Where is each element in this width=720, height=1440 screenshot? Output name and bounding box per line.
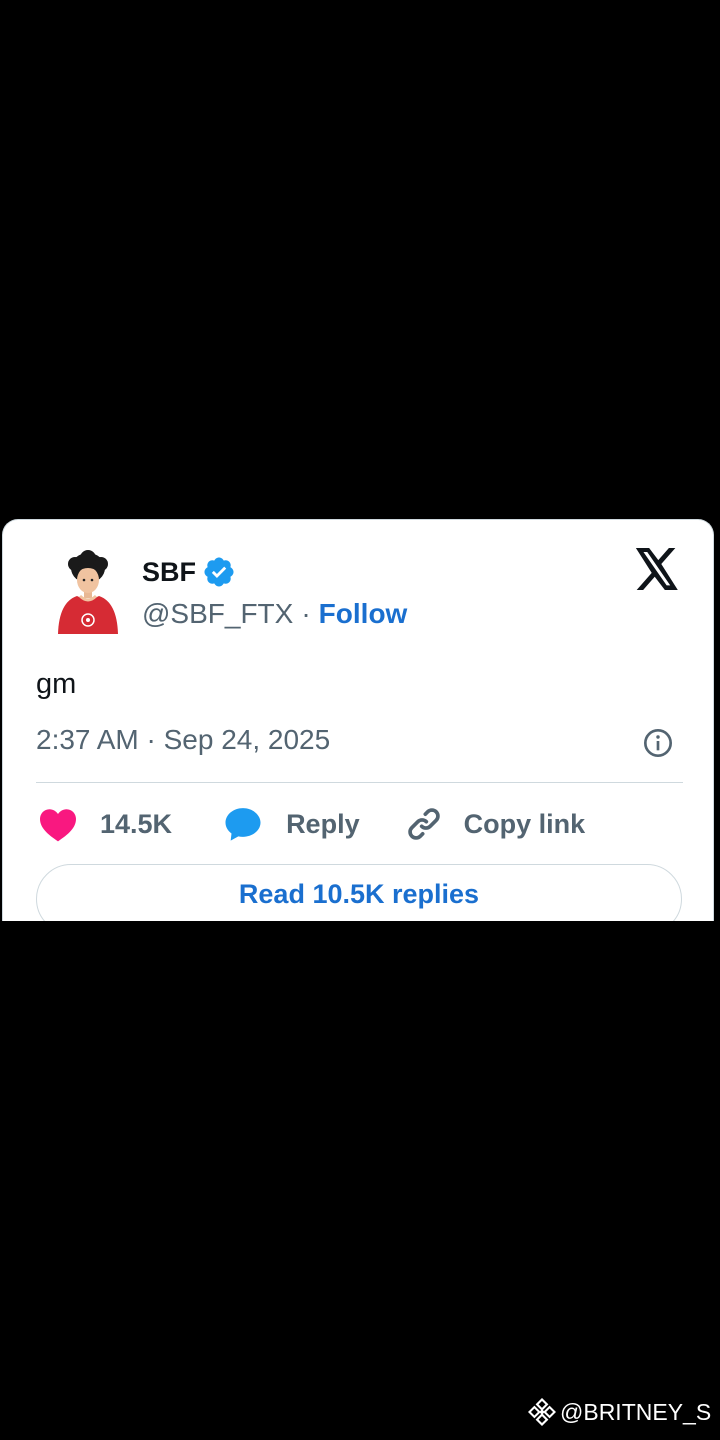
verified-badge-icon <box>204 557 234 587</box>
watermark-text: @BRITNEY_S <box>560 1398 712 1425</box>
watermark: @BRITNEY_S <box>528 1398 711 1426</box>
author-name-row: SBF <box>142 554 236 590</box>
author-display-name[interactable]: SBF <box>142 557 196 588</box>
like-button[interactable]: 14.5K <box>38 806 172 842</box>
link-icon <box>407 808 440 840</box>
tweet-timestamp[interactable]: 2:37 AM · Sep 24, 2025 <box>36 724 330 756</box>
divider <box>36 782 683 783</box>
tweet-text: gm <box>36 668 77 700</box>
speech-bubble-icon <box>225 808 261 841</box>
follow-button[interactable]: Follow <box>319 598 408 630</box>
copy-link-button[interactable]: Copy link <box>404 804 586 844</box>
author-handle-row: @SBF_FTX · Follow <box>142 596 407 632</box>
reply-button[interactable]: Reply <box>222 804 360 844</box>
read-replies-button[interactable]: Read 10.5K replies <box>36 864 682 921</box>
copy-link-label: Copy link <box>463 808 586 839</box>
avatar[interactable] <box>55 550 121 634</box>
info-icon[interactable] <box>642 727 674 759</box>
x-logo-icon[interactable] <box>634 548 680 590</box>
heart-icon <box>40 809 76 842</box>
reply-label: Reply <box>286 808 360 839</box>
action-bar: 14.5K Reply Copy link <box>38 802 585 846</box>
author-handle[interactable]: @SBF_FTX <box>142 598 293 630</box>
embedded-tweet-card: SBF @SBF_FTX · Follow gm 2:37 AM · Sep 2… <box>2 519 714 921</box>
binance-logo-icon <box>528 1398 556 1426</box>
separator-dot: · <box>301 598 311 629</box>
likes-count: 14.5K <box>100 808 173 839</box>
